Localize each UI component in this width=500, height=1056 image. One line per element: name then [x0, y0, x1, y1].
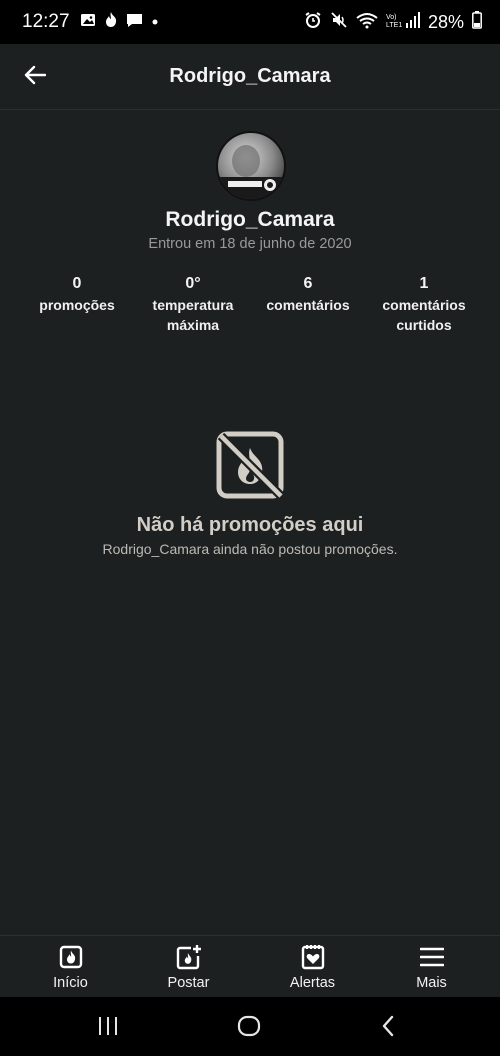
app-header: Rodrigo_Camara — [0, 44, 500, 110]
recent-apps-button[interactable] — [88, 1011, 128, 1041]
stat-value: 0° — [185, 275, 201, 292]
stat-max-temperature[interactable]: 0° temperatura máxima — [138, 273, 248, 335]
stat-label: máxima — [166, 317, 220, 333]
system-nav-bar — [0, 997, 500, 1056]
home-flame-icon — [58, 944, 84, 970]
nav-label: Início — [53, 975, 88, 991]
stat-liked-comments[interactable]: 1 comentários curtidos — [373, 273, 475, 335]
stat-label: curtidos — [396, 317, 452, 333]
nav-label: Mais — [416, 975, 447, 991]
empty-state-subtitle: Rodrigo_Camara ainda não postou promoçõe… — [102, 541, 398, 557]
message-icon — [126, 12, 143, 33]
stat-value: 0 — [72, 275, 82, 292]
svg-text:Vo): Vo) — [386, 14, 397, 21]
stat-label: temperatura — [152, 297, 234, 313]
battery-icon — [472, 10, 482, 34]
lte-signal-icon: Vo) LTE1 — [386, 11, 420, 34]
nav-item-inicio[interactable]: Início — [8, 936, 133, 998]
gallery-icon — [80, 12, 96, 33]
back-button[interactable] — [20, 62, 50, 92]
bottom-nav: Início Postar Alertas Mais — [0, 935, 500, 997]
stat-value: 6 — [303, 275, 313, 292]
mute-icon — [330, 11, 348, 34]
no-promotions-icon — [215, 430, 285, 500]
screen: 12:27 Vo) LTE1 28% Rodrigo_Camara Rodrig… — [0, 0, 500, 1056]
arrow-left-icon — [24, 65, 47, 90]
back-nav-button[interactable] — [368, 1011, 408, 1041]
home-button[interactable] — [229, 1011, 269, 1041]
stat-value: 1 — [419, 275, 429, 292]
home-circle-icon — [237, 1015, 261, 1037]
nav-item-mais[interactable]: Mais — [369, 936, 494, 998]
alerts-icon — [300, 944, 326, 970]
stat-label: comentários — [382, 297, 466, 313]
status-bar: 12:27 Vo) LTE1 28% — [0, 0, 500, 44]
nav-label: Alertas — [289, 975, 336, 991]
status-left-icons — [80, 11, 159, 33]
profile-name: Rodrigo_Camara — [165, 208, 335, 231]
battery-level: 28% — [427, 11, 464, 32]
alarm-icon — [304, 11, 322, 34]
stat-promotions[interactable]: 0 promoções — [27, 273, 127, 315]
wifi-icon — [356, 11, 378, 34]
avatar[interactable] — [216, 131, 286, 201]
stat-label: promoções — [39, 297, 115, 313]
nav-item-alertas[interactable]: Alertas — [250, 936, 375, 998]
status-time: 12:27 — [22, 11, 70, 32]
page-title: Rodrigo_Camara — [169, 65, 331, 87]
nav-item-postar[interactable]: Postar — [126, 936, 251, 998]
empty-state-title: Não há promoções aqui — [136, 514, 364, 536]
recent-apps-icon — [99, 1017, 117, 1035]
flame-icon — [104, 11, 118, 33]
stat-label: comentários — [266, 297, 350, 313]
status-right-icons: Vo) LTE1 28% — [304, 10, 482, 34]
stat-comments[interactable]: 6 comentários — [258, 273, 358, 315]
svg-text:LTE1: LTE1 — [386, 22, 402, 29]
menu-icon — [419, 944, 445, 970]
chevron-left-icon — [382, 1015, 394, 1037]
dot-icon — [151, 13, 159, 31]
nav-label: Postar — [167, 975, 210, 991]
post-add-icon — [176, 944, 202, 970]
profile-joined-date: Entrou em 18 de junho de 2020 — [148, 236, 352, 252]
